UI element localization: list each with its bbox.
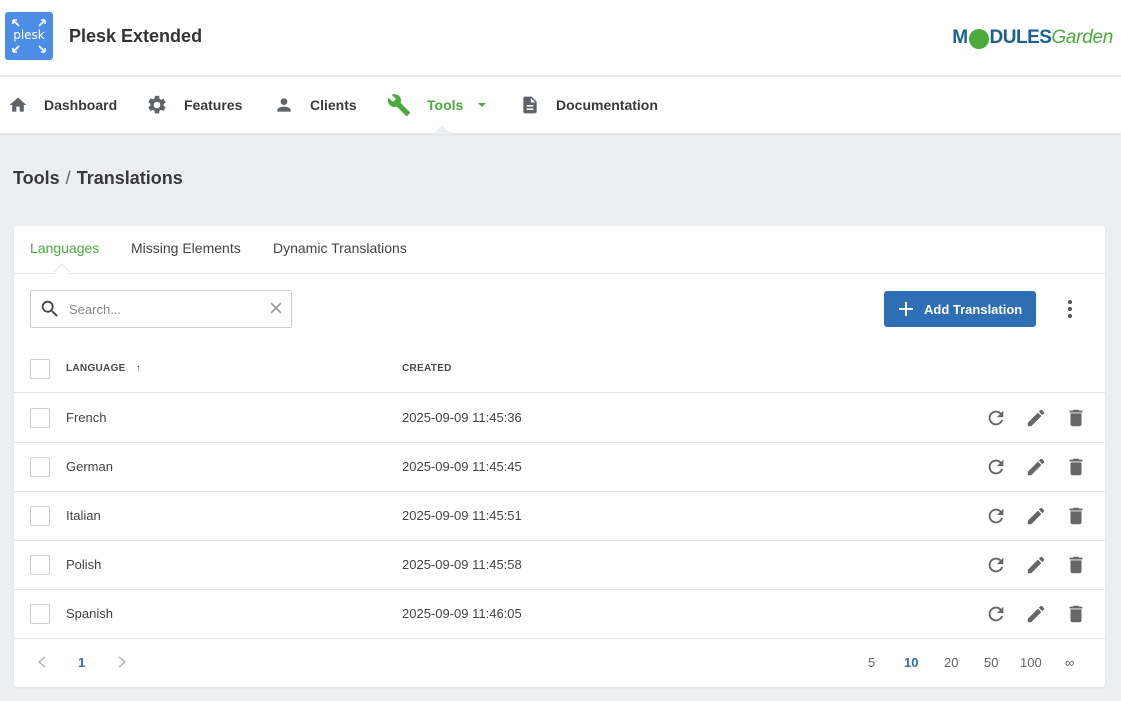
chevron-down-icon — [478, 103, 487, 107]
cell-created: 2025-09-09 11:46:05 — [402, 606, 522, 621]
nav-documentation[interactable]: Documentation — [520, 77, 658, 133]
nav-features[interactable]: Features — [146, 77, 242, 133]
translations-card: Languages Missing Elements Dynamic Trans… — [14, 226, 1105, 687]
delete-icon[interactable] — [1065, 456, 1087, 478]
nav-label: Clients — [310, 97, 357, 113]
column-header-language[interactable]: LANGUAGE ↑ — [66, 363, 141, 374]
plesk-logo[interactable]: plesk — [5, 12, 53, 60]
person-icon — [277, 98, 291, 112]
page-size-option[interactable]: 5 — [868, 655, 875, 670]
globe-icon — [968, 29, 989, 49]
table-header: LANGUAGE ↑ CREATED — [14, 346, 1105, 393]
cell-language: French — [66, 410, 107, 425]
tab-active-caret — [53, 263, 71, 281]
row-checkbox[interactable] — [30, 457, 50, 477]
home-icon — [9, 97, 27, 112]
refresh-icon[interactable] — [985, 407, 1007, 429]
pagination: 1 5 10 20 50 100 ∞ — [14, 638, 1105, 687]
page-size-option[interactable]: 20 — [944, 655, 958, 670]
plus-icon — [899, 302, 913, 316]
cell-created: 2025-09-09 11:45:45 — [402, 459, 522, 474]
wrench-icon — [387, 94, 410, 116]
delete-icon[interactable] — [1065, 505, 1087, 527]
cell-created: 2025-09-09 11:45:58 — [402, 557, 522, 572]
edit-icon[interactable] — [1025, 554, 1047, 576]
nav-label: Dashboard — [44, 97, 118, 113]
page-size-option[interactable]: ∞ — [1065, 655, 1074, 670]
app-title: Plesk Extended — [69, 26, 203, 46]
brand-text-garden: Garden — [1051, 27, 1113, 48]
chevron-left-icon[interactable] — [36, 655, 48, 669]
chevron-right-icon[interactable] — [116, 655, 128, 669]
page-size-option[interactable]: 10 — [904, 655, 918, 670]
sort-arrow-icon: ↑ — [135, 363, 141, 374]
search-icon — [41, 300, 58, 317]
tab-bar: Languages Missing Elements Dynamic Trans… — [14, 226, 1105, 281]
nav-clients[interactable]: Clients — [274, 77, 357, 133]
refresh-icon[interactable] — [985, 505, 1007, 527]
nav-active-caret — [433, 125, 451, 134]
page-number[interactable]: 1 — [78, 655, 85, 670]
page-size-option[interactable]: 50 — [984, 655, 998, 670]
edit-icon[interactable] — [1025, 505, 1047, 527]
cell-language: German — [66, 459, 113, 474]
nav-label: Tools — [427, 97, 464, 113]
cell-language: Spanish — [66, 606, 113, 621]
tab-missing-elements[interactable]: Missing Elements — [131, 240, 241, 256]
refresh-icon[interactable] — [985, 603, 1007, 625]
clear-icon[interactable] — [269, 301, 283, 315]
row-checkbox[interactable] — [30, 408, 50, 428]
edit-icon[interactable] — [1025, 456, 1047, 478]
document-icon — [523, 96, 537, 114]
breadcrumb-separator: / — [65, 168, 71, 188]
table-row[interactable]: German 2025-09-09 11:45:45 — [14, 443, 1105, 492]
cell-created: 2025-09-09 11:45:36 — [402, 410, 522, 425]
row-checkbox[interactable] — [30, 506, 50, 526]
search-box — [30, 290, 292, 328]
add-translation-button[interactable]: Add Translation — [884, 291, 1036, 327]
main-nav: Dashboard Features Clients Tools Documen… — [0, 77, 1121, 134]
table-row[interactable]: Polish 2025-09-09 11:45:58 — [14, 541, 1105, 590]
gear-icon — [148, 95, 166, 114]
more-vertical-icon[interactable] — [1060, 298, 1080, 320]
nav-label: Documentation — [556, 97, 658, 113]
logo-text: plesk — [13, 28, 45, 42]
table-row[interactable]: Italian 2025-09-09 11:45:51 — [14, 492, 1105, 541]
modulesgarden-logo[interactable]: M DULES Garden — [952, 24, 1113, 52]
brand-text-m: M — [952, 27, 968, 48]
delete-icon[interactable] — [1065, 554, 1087, 576]
cell-language: Italian — [66, 508, 101, 523]
brand-text-dules: DULES — [989, 27, 1052, 48]
nav-label: Features — [184, 97, 243, 113]
refresh-icon[interactable] — [985, 554, 1007, 576]
tab-languages[interactable]: Languages — [30, 240, 99, 256]
column-header-created[interactable]: CREATED — [402, 363, 452, 374]
add-translation-label: Add Translation — [924, 301, 1023, 317]
edit-icon[interactable] — [1025, 407, 1047, 429]
breadcrumb: Tools / Translations — [13, 168, 183, 189]
search-input[interactable] — [69, 299, 259, 319]
page-size-option[interactable]: 100 — [1020, 655, 1042, 670]
row-checkbox[interactable] — [30, 604, 50, 624]
delete-icon[interactable] — [1065, 603, 1087, 625]
cell-language: Polish — [66, 557, 102, 572]
tab-dynamic-translations[interactable]: Dynamic Translations — [273, 240, 407, 256]
refresh-icon[interactable] — [985, 456, 1007, 478]
table-row[interactable]: Spanish 2025-09-09 11:46:05 — [14, 590, 1105, 639]
breadcrumb-parent[interactable]: Tools — [13, 168, 60, 188]
table-row[interactable]: French 2025-09-09 11:45:36 — [14, 394, 1105, 443]
select-all-checkbox[interactable] — [30, 359, 50, 379]
cell-created: 2025-09-09 11:45:51 — [402, 508, 522, 523]
breadcrumb-current: Translations — [76, 168, 183, 188]
top-bar: plesk Plesk Extended M DULES Garden — [0, 0, 1121, 76]
edit-icon[interactable] — [1025, 603, 1047, 625]
nav-dashboard[interactable]: Dashboard — [8, 77, 117, 133]
row-checkbox[interactable] — [30, 555, 50, 575]
delete-icon[interactable] — [1065, 407, 1087, 429]
